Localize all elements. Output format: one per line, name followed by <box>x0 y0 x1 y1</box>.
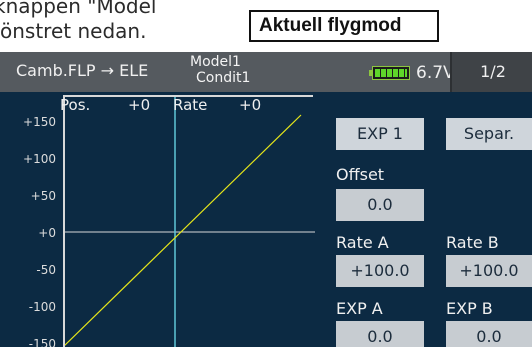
battery-icon <box>369 66 410 80</box>
exp-b-label: EXP B <box>446 299 493 318</box>
page-button[interactable]: 1/2 <box>450 52 532 92</box>
separate-button[interactable]: Separ. <box>446 118 532 150</box>
model-info: Model1 Condit1 <box>190 54 250 86</box>
y-tick-label: -50 <box>36 263 56 277</box>
exp-b-value[interactable]: 0.0 <box>446 321 532 347</box>
y-tick-label: +100 <box>23 152 56 166</box>
model-name: Model1 <box>190 54 241 70</box>
position-value: +0 <box>128 96 151 114</box>
rate-label: Rate <box>173 96 208 114</box>
title-bar: Camb.FLP → ELE Model1 Condit1 6.7V 1/2 <box>0 52 532 92</box>
battery-voltage: 6.7V <box>416 63 455 83</box>
manual-text-line-2: önstret nedan. <box>0 19 147 43</box>
condition-name: Condit1 <box>196 70 251 86</box>
rate-b-label: Rate B <box>446 233 499 252</box>
position-label: Pos. <box>60 96 91 114</box>
rate-b-value[interactable]: +100.0 <box>446 255 532 287</box>
transmitter-screen: Camb.FLP → ELE Model1 Condit1 6.7V 1/2 +… <box>0 52 532 347</box>
rate-value: +0 <box>239 96 262 114</box>
y-tick-label: -150 <box>28 337 56 347</box>
y-tick-label: +150 <box>23 115 56 129</box>
exp1-button[interactable]: EXP 1 <box>336 118 424 150</box>
offset-value[interactable]: 0.0 <box>336 189 424 221</box>
exp-a-value[interactable]: 0.0 <box>336 321 424 347</box>
callout-box: Aktuell flygmod <box>249 10 439 42</box>
exp-a-label: EXP A <box>336 299 383 318</box>
rate-curve <box>65 114 302 346</box>
curve-graph[interactable] <box>63 95 315 347</box>
y-tick-label: +50 <box>30 189 56 203</box>
y-tick-label: -100 <box>28 300 56 314</box>
rate-a-value[interactable]: +100.0 <box>336 255 424 287</box>
y-tick-label: +0 <box>38 226 56 240</box>
manual-text-line-1: knappen "Model <box>0 0 157 18</box>
curve-graph-svg <box>65 97 315 347</box>
rate-a-label: Rate A <box>336 233 389 252</box>
manual-text: knappen "Model önstret nedan. <box>0 0 170 46</box>
offset-label: Offset <box>336 165 385 184</box>
function-title[interactable]: Camb.FLP → ELE <box>16 60 148 82</box>
